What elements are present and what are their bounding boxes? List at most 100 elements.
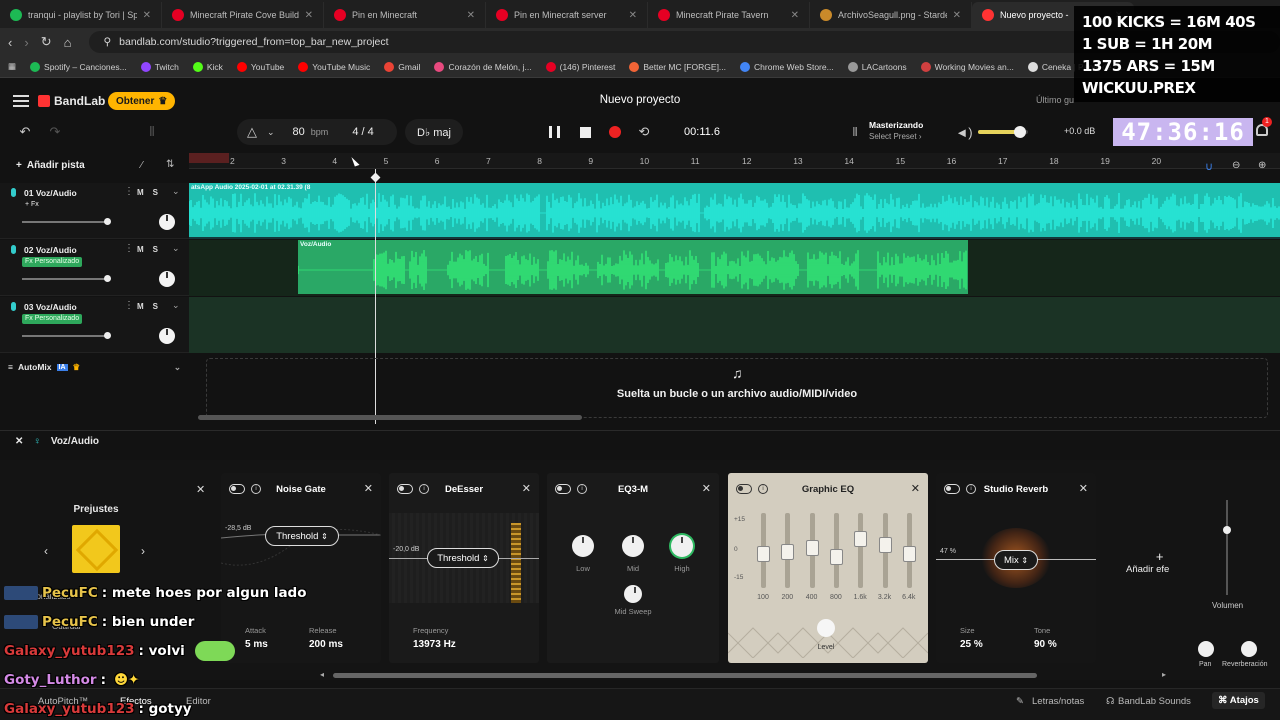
bandlab-logo[interactable]: BandLab [38, 94, 105, 108]
frequency-value[interactable]: 13973 Hz [413, 639, 456, 650]
more-options-icon[interactable]: ⋮ [124, 300, 134, 311]
loop-region[interactable] [189, 153, 229, 163]
add-effect-button[interactable]: + Añadir efe [1126, 549, 1169, 575]
redo-icon[interactable]: ↷ [44, 122, 66, 142]
close-icon[interactable]: ✕ [522, 482, 531, 495]
audio-clip[interactable]: Voz/Audio [298, 240, 968, 294]
pan-knob[interactable] [159, 214, 175, 230]
bookmark-item[interactable]: Working Movies an... [920, 61, 1014, 72]
low-knob[interactable] [572, 535, 594, 557]
eq-band-handle[interactable] [829, 548, 843, 565]
more-options-icon[interactable]: ⋮ [124, 243, 134, 254]
bookmark-item[interactable]: Better MC [FORGE]... [629, 61, 726, 72]
chevron-down-icon[interactable]: ⌄ [174, 362, 181, 373]
track-header[interactable]: 02 Voz/Audio ⋮ MS ⌄ Fx Personalizado [0, 240, 189, 296]
tone-value[interactable]: 90 % [1034, 639, 1057, 650]
preset-tile-icon[interactable] [72, 525, 120, 573]
track-volume-fader[interactable] [22, 218, 111, 225]
pan-knob[interactable] [1198, 641, 1214, 657]
bookmark-item[interactable]: Twitch [140, 61, 179, 72]
close-tab-icon[interactable]: ✕ [467, 10, 475, 21]
tempo-control[interactable]: △ ⌄ 80 bpm 4 / 4 [237, 119, 397, 145]
scroll-right-icon[interactable]: ▸ [1162, 670, 1166, 679]
chevron-down-icon[interactable]: ⌄ [172, 186, 180, 197]
bookmark-item[interactable]: Chrome Web Store... [740, 61, 834, 72]
track-lane[interactable]: Voz/Audio [189, 240, 1280, 296]
close-icon[interactable]: ✕ [911, 482, 920, 495]
bookmark-item[interactable]: Kick [192, 61, 223, 72]
effects-scrollbar[interactable] [333, 673, 1037, 678]
apps-icon[interactable]: ▦ [8, 61, 16, 72]
track-volume-fader[interactable] [22, 275, 111, 282]
lyrics-tab[interactable]: Letras/notas [1032, 696, 1084, 707]
track-name[interactable]: 03 Voz/Audio [24, 302, 77, 312]
chevron-down-icon[interactable]: ⌄ [172, 243, 180, 254]
track-header[interactable]: 01 Voz/Audio ⋮ MS ⌄ + Fx [0, 183, 189, 239]
timeline-scrollbar[interactable] [198, 415, 582, 420]
upgrade-button[interactable]: Obtener ♛ [108, 92, 176, 110]
size-value[interactable]: 25 % [960, 639, 983, 650]
magnet-icon[interactable]: ∪ [1205, 160, 1213, 173]
bandlab-sounds-tab[interactable]: BandLab Sounds [1118, 696, 1191, 707]
browser-tab[interactable]: Minecraft Pirate Tavern ✕ [648, 2, 810, 28]
track-name[interactable]: 02 Voz/Audio [24, 245, 77, 255]
high-knob[interactable] [671, 535, 693, 557]
eq-band-handle[interactable] [902, 546, 916, 563]
close-tab-icon[interactable]: ✕ [953, 10, 961, 21]
project-title[interactable]: Nuevo proyecto [560, 94, 720, 106]
forward-icon[interactable]: › [24, 35, 28, 50]
eq-band-handle[interactable] [878, 536, 892, 553]
eq-band-handle[interactable] [805, 540, 819, 557]
mix-button[interactable]: Mix ⇕ [994, 550, 1038, 570]
automix-row[interactable]: ≡ AutoMix IA ♛ ⌄ [0, 358, 189, 376]
browser-tab[interactable]: ArchivoSeagull.png - Stardew Valle ✕ [810, 2, 972, 28]
metronome-icon[interactable]: △ [247, 124, 257, 140]
drop-zone[interactable]: ♫ Suelta un bucle o un archivo audio/MID… [206, 358, 1268, 418]
reverb-knob[interactable] [1241, 641, 1257, 657]
preset-prev-icon[interactable]: ‹ [44, 544, 48, 558]
mute-solo-buttons[interactable]: MS [137, 302, 167, 311]
eq-band-handle[interactable] [854, 531, 868, 548]
track-header[interactable]: 03 Voz/Audio ⋮ MS ⌄ Fx Personalizado [0, 297, 189, 353]
chevron-down-icon[interactable]: ⌄ [172, 300, 180, 311]
close-icon[interactable]: ✕ [364, 482, 373, 495]
mute-solo-buttons[interactable]: MS [137, 245, 167, 254]
fader-handle[interactable] [104, 332, 111, 339]
volume-handle[interactable] [1223, 526, 1231, 534]
magic-wand-icon[interactable]: ⁄ [141, 160, 143, 171]
close-tab-icon[interactable]: ✕ [791, 10, 799, 21]
track-fx-button[interactable]: + Fx [22, 200, 42, 210]
close-tab-icon[interactable]: ✕ [305, 10, 313, 21]
back-icon[interactable]: ‹ [8, 35, 12, 50]
pan-knob[interactable] [159, 328, 175, 344]
track-lane[interactable] [189, 297, 1280, 353]
close-icon[interactable]: ✕ [1079, 482, 1088, 495]
mid-knob[interactable] [622, 535, 644, 557]
bookmark-item[interactable]: Corazón de Melón, j... [434, 61, 532, 72]
bpm-value[interactable]: 80 bpm [293, 126, 329, 138]
presets-selector[interactable]: Prejustes [70, 504, 122, 573]
eq-band-handle[interactable] [757, 546, 770, 563]
bookmark-item[interactable]: LACartoons [847, 61, 907, 72]
level-knob[interactable] [817, 619, 835, 637]
preset-next-icon[interactable]: › [141, 544, 145, 558]
fader-handle[interactable] [104, 275, 111, 282]
key-selector[interactable]: D♭ maj [405, 119, 463, 145]
bookmark-item[interactable]: Gmail [384, 61, 420, 72]
speaker-icon[interactable]: ◄) [955, 122, 972, 142]
time-signature[interactable]: 4 / 4 [352, 126, 373, 138]
browser-tab[interactable]: Pin en Minecraft ✕ [324, 2, 486, 28]
track-fx-button[interactable]: Fx Personalizado [22, 257, 83, 267]
track-settings-icon[interactable]: ⇅ [166, 159, 174, 170]
zoom-in-icon[interactable]: ⊕ [1258, 160, 1266, 171]
pause-button[interactable] [546, 122, 562, 142]
mastering-icon[interactable]: ⫼ [848, 122, 862, 142]
browser-tab[interactable]: Minecraft Pirate Cove Build | Island / ✕ [162, 2, 324, 28]
threshold-button[interactable]: Threshold ⇕ [427, 548, 499, 568]
bookmark-item[interactable]: (146) Pinterest [545, 61, 615, 72]
track-name[interactable]: 01 Voz/Audio [24, 188, 77, 198]
track-volume-slider[interactable] [1223, 500, 1231, 595]
zoom-out-icon[interactable]: ⊖ [1232, 160, 1240, 171]
browser-tab[interactable]: Pin en Minecraft server ✕ [486, 2, 648, 28]
track-volume-fader[interactable] [22, 332, 111, 339]
